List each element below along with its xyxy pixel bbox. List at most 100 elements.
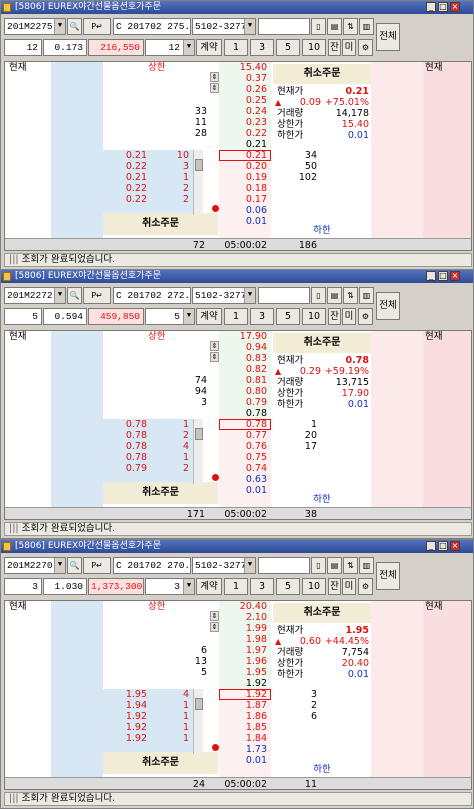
code-select[interactable]: 201M2270 ▼ [4,557,66,574]
ask-price[interactable]: 1.99 [219,623,267,634]
scrollbar-thumb[interactable] [195,159,203,171]
order-qty-select[interactable]: 3 ▼ [145,578,195,595]
order-qty-select[interactable]: 5 ▼ [145,308,195,325]
bid-price[interactable]: 1.87 [219,700,267,711]
qty-3-button[interactable]: 3 [250,578,274,595]
remaining-button[interactable]: 잔 [328,308,341,325]
doc-icon[interactable]: ▤ [327,287,342,304]
ask-price[interactable]: 1.97 [219,645,267,656]
ask-price[interactable]: 2.10 [219,612,267,623]
cancel-order-bottom-button[interactable]: 취소주문 [103,213,218,235]
gear-icon[interactable]: ⚙ [358,39,373,56]
bid-price[interactable]: 0.75 [219,452,267,463]
ask-price[interactable]: 0.82 [219,364,267,375]
scroll-arrow-icon[interactable]: ⇕ [210,341,219,351]
qty-1-button[interactable]: 1 [224,308,248,325]
all-button[interactable]: 전체 [376,562,400,590]
ask-price[interactable]: 0.24 [219,106,267,117]
ask-price[interactable]: 0.94 [219,342,267,353]
sort-icon[interactable]: ⇅ [343,557,358,574]
ask-price[interactable]: 0.78 [219,408,267,419]
qty-10-button[interactable]: 10 [302,308,326,325]
option-code-field[interactable]: C 201702 270. [113,557,191,574]
bid-order-column[interactable] [423,62,471,238]
bid-price[interactable]: 0.77 [219,430,267,441]
minimize-button[interactable]: _ [426,2,436,12]
chevron-down-icon[interactable]: ▼ [183,40,194,55]
close-button[interactable]: × [450,2,460,12]
bid-price[interactable]: 0.01 [219,485,267,496]
cancel-order-top-button[interactable]: 취소주문 [273,64,371,84]
chevron-down-icon[interactable]: ▼ [183,309,194,324]
ask-price[interactable]: 0.80 [219,386,267,397]
ask-price[interactable]: 1.96 [219,656,267,667]
doc-icon[interactable]: ▤ [327,18,342,35]
order-qty-select[interactable]: 12 ▼ [145,39,195,56]
scrollbar-thumb[interactable] [195,698,203,710]
minimize-button[interactable]: _ [426,271,436,281]
maximize-button[interactable]: □ [438,2,448,12]
chevron-down-icon[interactable]: ▼ [54,288,65,303]
contract-button[interactable]: 계약 [196,578,222,595]
scrollbar[interactable] [193,419,203,484]
scroll-arrow-icon[interactable]: ⇕ [210,611,219,621]
scrollbar[interactable] [193,150,203,215]
export-icon[interactable]: ▥ [359,557,374,574]
ask-price[interactable]: 0.79 [219,397,267,408]
ask-price[interactable]: 0.25 [219,95,267,106]
ask-order-column[interactable] [51,62,103,238]
scroll-arrow-icon[interactable]: ⇕ [210,352,219,362]
sort-icon[interactable]: ⇅ [343,18,358,35]
bid-price[interactable]: 0.18 [219,183,267,194]
all-button[interactable]: 전체 [376,292,400,320]
password-field[interactable] [258,287,310,304]
p-enter-button[interactable]: P↵ [83,557,111,574]
ask-price[interactable]: 1.92 [219,678,267,689]
code-select[interactable]: 201M2275 ▼ [4,18,66,35]
scrollbar-thumb[interactable] [195,428,203,440]
search-icon[interactable]: 🔍 [67,557,82,574]
qty-1-button[interactable]: 1 [224,39,248,56]
ask-price[interactable]: 0.83 [219,353,267,364]
qty-3-button[interactable]: 3 [250,39,274,56]
ask-price[interactable]: 20.40 [219,601,267,612]
bid-price[interactable]: 0.74 [219,463,267,474]
bid-order-column[interactable] [423,601,471,777]
cancel-order-top-button[interactable]: 취소주문 [273,603,371,623]
ask-price[interactable]: 0.81 [219,375,267,386]
ask-price[interactable]: 0.21 [219,139,267,150]
chevron-down-icon[interactable]: ▼ [244,558,255,573]
all-button[interactable]: 전체 [376,23,400,51]
chevron-down-icon[interactable]: ▼ [183,579,194,594]
doc-icon[interactable]: ▤ [327,557,342,574]
p-enter-button[interactable]: P↵ [83,287,111,304]
unfilled-button[interactable]: 미 [342,39,356,56]
cancel-order-bottom-button[interactable]: 취소주문 [103,482,218,504]
qty-5-button[interactable]: 5 [276,308,300,325]
unfilled-button[interactable]: 미 [342,308,356,325]
export-icon[interactable]: ▥ [359,287,374,304]
maximize-button[interactable]: □ [438,541,448,551]
cancel-order-top-button[interactable]: 취소주문 [273,333,371,353]
qty-1-button[interactable]: 1 [224,578,248,595]
remaining-button[interactable]: 잔 [328,578,341,595]
bid-price[interactable]: 0.19 [219,172,267,183]
cancel-order-bottom-button[interactable]: 취소주문 [103,752,218,774]
ask-price[interactable]: 1.98 [219,634,267,645]
account-select[interactable]: 5102-3277 ▼ [192,557,256,574]
bid-order-column[interactable] [423,331,471,507]
bid-price[interactable]: 0.63 [219,474,267,485]
minimize-button[interactable]: _ [426,541,436,551]
chevron-down-icon[interactable]: ▼ [244,19,255,34]
chevron-down-icon[interactable]: ▼ [54,19,65,34]
code-select[interactable]: 201M2272 ▼ [4,287,66,304]
qty-5-button[interactable]: 5 [276,578,300,595]
ask-price[interactable]: 15.40 [219,62,267,73]
bid-price[interactable]: 1.86 [219,711,267,722]
ask-price[interactable]: 0.37 [219,73,267,84]
copy-icon[interactable]: ▯ [311,287,326,304]
search-icon[interactable]: 🔍 [67,18,82,35]
maximize-button[interactable]: □ [438,271,448,281]
bid-price[interactable]: 0.20 [219,161,267,172]
scroll-arrow-icon[interactable]: ⇕ [210,83,219,93]
